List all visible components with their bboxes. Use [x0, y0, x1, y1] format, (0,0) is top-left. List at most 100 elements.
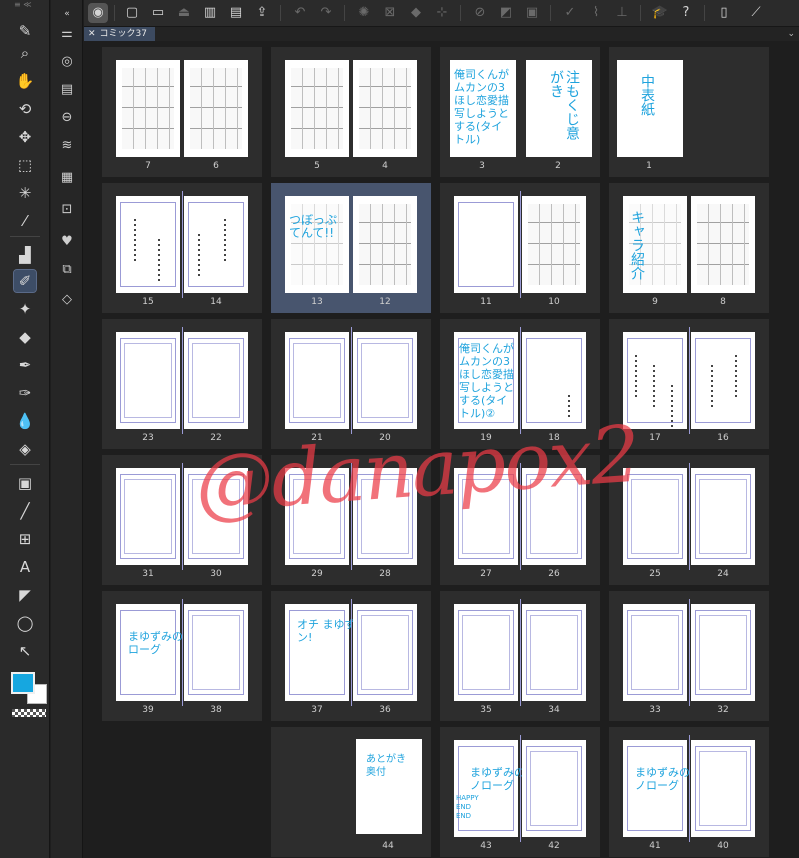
fill-icon[interactable]: ◈: [14, 438, 36, 460]
spread-41-40[interactable]: まゆずみの ながー モノローグ 41 40: [609, 727, 769, 857]
page-thumb-40[interactable]: [691, 740, 755, 837]
export-png-icon[interactable]: ▤: [226, 3, 246, 23]
spread-31-30[interactable]: 31 30: [102, 455, 262, 585]
zoom-icon[interactable]: ⌕: [14, 42, 36, 64]
materials-icon[interactable]: ⧉: [57, 260, 77, 280]
move-icon[interactable]: ✥: [14, 126, 36, 148]
page-thumb-36[interactable]: [353, 604, 417, 701]
page-thumb-23[interactable]: [116, 332, 180, 429]
spread-37-36[interactable]: オチ まゆずみの ターーン! 37 36: [271, 591, 431, 721]
spread-21-20[interactable]: 21 20: [271, 319, 431, 449]
tool-property-icon[interactable]: ⚌: [57, 24, 77, 44]
page-thumb-1[interactable]: 中表紙: [617, 60, 683, 157]
spread-43-42[interactable]: まゆずみの ながー モノローグ HAPPY END END 43 42: [440, 727, 600, 857]
spread-15-14[interactable]: 15 14: [102, 183, 262, 313]
page-thumb-35[interactable]: [454, 604, 518, 701]
spread-33-32[interactable]: 33 32: [609, 591, 769, 721]
spread-13-12[interactable]: つぼっぷてんて!! 13 12: [271, 183, 431, 313]
export-jpg-icon[interactable]: ▥: [200, 3, 220, 23]
page-thumb-17[interactable]: [623, 332, 687, 429]
snap-icon[interactable]: ⌇: [586, 3, 606, 23]
canvas-icon[interactable]: ⟋: [746, 3, 766, 23]
selection-border-icon[interactable]: ▣: [522, 3, 542, 23]
spread-9-8[interactable]: キャラ紹介 9 8: [609, 183, 769, 313]
spread-25-24[interactable]: 25 24: [609, 455, 769, 585]
chevron-down-icon[interactable]: ⌄: [787, 27, 795, 41]
page-thumb-3[interactable]: 俺司くんがムカンの3ほし恋愛描写しようとする(タイトル): [450, 60, 516, 157]
spread-39-38[interactable]: まゆずみのながー モノローグ 39 38: [102, 591, 262, 721]
menu-icon[interactable]: ✎: [14, 20, 36, 42]
grid-icon[interactable]: ⊡: [57, 200, 77, 220]
layer-property-icon[interactable]: ≋: [57, 136, 77, 156]
save-icon[interactable]: ⏏: [174, 3, 194, 23]
page-thumb-24[interactable]: [691, 468, 755, 565]
spread-17-16[interactable]: 17 16: [609, 319, 769, 449]
page-thumb-2[interactable]: 注もくじ意がき: [526, 60, 592, 157]
blend-icon[interactable]: 💧: [14, 410, 36, 432]
help-icon[interactable]: ?: [676, 3, 696, 23]
spread-35-34[interactable]: 35 34: [440, 591, 600, 721]
spread-3-2[interactable]: 俺司くんがムカンの3ほし恋愛描写しようとする(タイトル) 注もくじ意がき 3 2: [440, 47, 600, 177]
pencil-icon[interactable]: ✐: [13, 269, 37, 293]
page-thumb-19[interactable]: 俺司くんがムカンの3ほし恋愛描写しようとする(タイトル)②: [454, 332, 518, 429]
page-thumb-5[interactable]: [285, 60, 349, 157]
palette-grip[interactable]: ≡ ≪: [0, 0, 49, 10]
operation-icon[interactable]: ↖: [14, 640, 36, 662]
sparkle-icon[interactable]: ✦: [14, 298, 36, 320]
loading-icon[interactable]: ✺: [354, 3, 374, 23]
page-thumb-44[interactable]: あとがき 奥付: [356, 739, 422, 834]
text-icon[interactable]: A: [14, 556, 36, 578]
hand-icon[interactable]: ✋: [14, 70, 36, 92]
selection-icon[interactable]: ⬚: [14, 154, 36, 176]
page-thumb-41[interactable]: まゆずみの ながー モノローグ: [623, 740, 741, 837]
snap-ruler-icon[interactable]: ⊥: [612, 3, 632, 23]
lasso-icon[interactable]: ◯: [14, 612, 36, 634]
page-thumb-14[interactable]: [184, 196, 248, 293]
page-thumb-4[interactable]: [353, 60, 417, 157]
transform-icon[interactable]: ⊹: [432, 3, 452, 23]
page-thumb-34[interactable]: [522, 604, 586, 701]
expand-icon[interactable]: «: [57, 4, 77, 24]
timeline-icon[interactable]: ⊖: [57, 108, 77, 128]
page-thumb-13[interactable]: つぼっぷてんて!!: [285, 196, 349, 293]
page-thumb-8[interactable]: [691, 196, 755, 293]
line-icon[interactable]: ╱: [14, 500, 36, 522]
spread-5-4[interactable]: 5 4: [271, 47, 431, 177]
navigator-icon[interactable]: ◎: [57, 52, 77, 72]
page-thumb-25[interactable]: [623, 468, 687, 565]
magic-wand-icon[interactable]: ✳: [14, 182, 36, 204]
page-thumb-9[interactable]: キャラ紹介: [623, 196, 687, 293]
layers-icon[interactable]: ◇: [57, 290, 77, 310]
spread-29-28[interactable]: 29 28: [271, 455, 431, 585]
spread-44[interactable]: あとがき 奥付 44: [271, 727, 431, 857]
brush-icon[interactable]: ✒: [14, 354, 36, 376]
page-thumb-43[interactable]: まゆずみの ながー モノローグ HAPPY END END: [454, 740, 576, 837]
open-icon[interactable]: ▭: [148, 3, 168, 23]
page-thumb-7[interactable]: [116, 60, 180, 157]
export-icon[interactable]: ⇪: [252, 3, 272, 23]
main-color-swatch[interactable]: [11, 672, 35, 694]
ink-icon[interactable]: ✑: [14, 382, 36, 404]
deselect-icon[interactable]: ⊘: [470, 3, 490, 23]
gradient-icon[interactable]: ▣: [14, 472, 36, 494]
smartphone-icon[interactable]: ▯: [714, 3, 734, 23]
page-thumb-16[interactable]: [691, 332, 755, 429]
page-thumb-38[interactable]: [184, 604, 248, 701]
page-thumb-10[interactable]: [522, 196, 586, 293]
invert-icon[interactable]: ◩: [496, 3, 516, 23]
page-thumb-32[interactable]: [691, 604, 755, 701]
page-thumb-30[interactable]: [184, 468, 248, 565]
ruler-icon[interactable]: ✓: [560, 3, 580, 23]
fill-selection-icon[interactable]: ◆: [406, 3, 426, 23]
spread-1[interactable]: 中表紙 1: [609, 47, 769, 177]
clip-studio-icon[interactable]: ◉: [88, 3, 108, 23]
page-thumb-15[interactable]: [116, 196, 180, 293]
eraser-icon[interactable]: ◆: [14, 326, 36, 348]
new-icon[interactable]: ▢: [122, 3, 142, 23]
spread-19-18[interactable]: 俺司くんがムカンの3ほし恋愛描写しようとする(タイトル)② 19 18: [440, 319, 600, 449]
tab-comic-37[interactable]: ✕ コミック37: [84, 27, 155, 41]
close-icon[interactable]: ✕: [88, 27, 96, 41]
page-thumb-39[interactable]: まゆずみのながー モノローグ: [116, 604, 242, 701]
pen-icon[interactable]: ▟: [14, 244, 36, 266]
spread-11-10[interactable]: 11 10: [440, 183, 600, 313]
